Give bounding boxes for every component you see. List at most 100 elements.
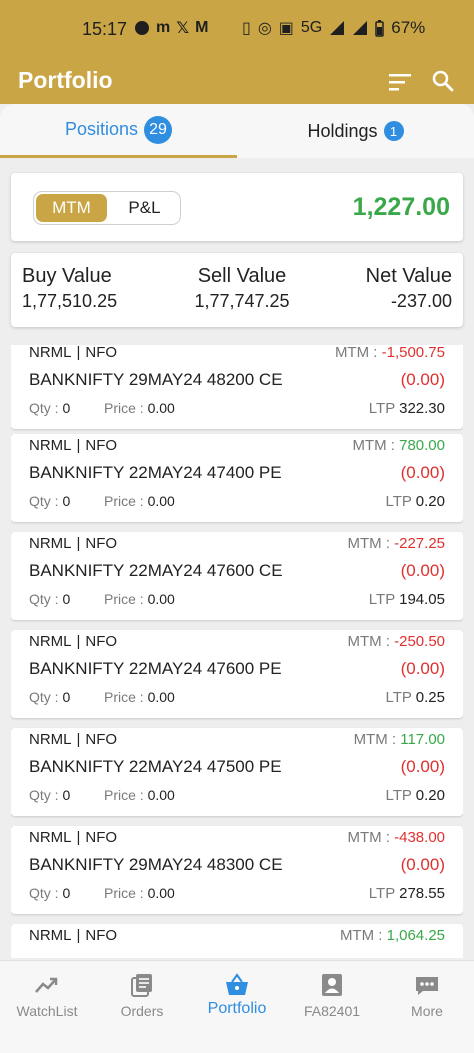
network-type: 5G [300,19,323,36]
sell-value: 1,77,747.25 [194,291,290,311]
gmail-icon: M [195,19,209,36]
position-card[interactable]: NRML | NFO MTM : -250.50 BANKNIFTY 22MAY24… [11,630,463,718]
search-icon[interactable] [431,69,455,93]
position-pnl: (0.00) [400,757,445,776]
nav-watchlist[interactable]: WatchList [0,961,94,1027]
positions-count-badge: 29 [144,115,173,144]
position-pnl: (0.00) [400,659,445,678]
position-price: Price : 0.00 [104,689,175,705]
tab-positions-label: Positions [64,119,139,139]
system-icons: ▯ ◎ ▣ 5G 67% [242,18,425,38]
nav-portfolio-label: Portfolio [207,1000,267,1017]
mtm-toggle-card: MTM P&L 1,227.00 [11,173,463,241]
nav-more[interactable]: More [380,961,474,1027]
position-mtm: MTM : 780.00 [352,437,445,454]
position-ltp: LTP 322.30 [368,400,445,417]
sell-value-label: Sell Value [197,265,287,287]
battery-icon [375,19,384,37]
buy-value: 1,77,510.25 [22,291,118,311]
status-bar: 15:17 m 𝕏 M ▯ ◎ ▣ 5G 67% [0,0,474,60]
tab-bar: Positions 29 Holdings 1 [0,104,474,158]
status-time: 15:17 [82,19,128,39]
trend-chart-icon [35,977,58,993]
app-bar: Portfolio [0,60,474,104]
position-card[interactable]: NRML | NFO MTM : 117.00 BANKNIFTY 22MAY24 … [11,728,463,816]
position-mtm: MTM : -250.50 [347,633,445,650]
position-qty: Qty : 0 [29,493,71,509]
position-ltp: LTP 0.20 [385,493,445,510]
vibrate-icon: ▯ [242,20,251,37]
net-value: -237.00 [390,291,452,311]
holdings-count-badge: 1 [383,121,404,141]
position-pnl: (0.00) [400,370,445,389]
nav-watchlist-label: WatchList [16,1003,78,1019]
mtm-total-value: 1,227.00 [352,193,450,221]
account-icon [322,974,342,996]
m-app-icon: m [156,19,171,36]
signal-2-icon [353,21,368,35]
position-product: NRML | NFO [29,927,118,944]
nav-orders-label: Orders [120,1003,164,1019]
position-pnl: (0.00) [400,463,445,482]
buy-value-section: Buy Value 1,77,510.25 [22,265,117,312]
position-product: NRML | NFO [29,345,118,361]
position-qty: Qty : 0 [29,787,71,803]
gesture-bar [0,1026,474,1053]
position-symbol: BANKNIFTY 22MAY24 47500 PE [29,757,282,776]
position-card[interactable]: NRML | NFO MTM : -1,500.75 BANKNIFTY 29MAY… [11,345,463,429]
position-card[interactable]: NRML | NFO MTM : 1,064.25 [11,924,463,958]
position-product: NRML | NFO [29,633,118,650]
nav-account-label: FA82401 [303,1003,361,1019]
position-pnl: (0.00) [400,561,445,580]
battery-percent: 67% [391,18,426,37]
position-ltp: LTP 194.05 [368,591,445,608]
tab-positions[interactable]: Positions 29 [0,104,237,158]
summary-card: Buy Value 1,77,510.25 Sell Value 1,77,74… [11,253,463,327]
position-product: NRML | NFO [29,437,118,454]
positions-list[interactable]: NRML | NFO MTM : -1,500.75 BANKNIFTY 29MAY… [11,345,463,958]
buy-value-label: Buy Value [22,265,112,287]
position-card[interactable]: NRML | NFO MTM : -438.00 BANKNIFTY 29MAY24… [11,826,463,914]
position-ltp: LTP 278.55 [368,885,445,902]
hotspot-icon: ◎ [257,20,272,37]
mtm-toggle-button[interactable]: MTM [36,194,107,222]
position-symbol: BANKNIFTY 22MAY24 47400 PE [29,463,282,482]
bottom-nav: WatchList Orders Portfolio FA82401 More [0,960,474,1026]
position-card[interactable]: NRML | NFO MTM : -227.25 BANKNIFTY 22MAY24… [11,532,463,620]
dot-notification-icon [135,21,149,35]
position-pnl: (0.00) [400,855,445,874]
more-icon [416,977,438,995]
pnl-toggle-button[interactable]: P&L [109,192,180,224]
position-mtm: MTM : 1,064.25 [339,927,445,944]
position-mtm: MTM : 117.00 [353,731,445,748]
position-mtm: MTM : -1,500.75 [334,345,445,361]
nav-account[interactable]: FA82401 [285,961,379,1027]
position-price: Price : 0.00 [104,787,175,803]
tab-holdings[interactable]: Holdings 1 [237,104,474,158]
position-price: Price : 0.00 [104,400,175,416]
position-mtm: MTM : -227.25 [347,535,445,552]
position-mtm: MTM : -438.00 [347,829,445,846]
position-symbol: BANKNIFTY 29MAY24 48200 CE [29,370,283,389]
position-symbol: BANKNIFTY 22MAY24 47600 PE [29,659,282,678]
position-qty: Qty : 0 [29,400,71,416]
notification-icons: m 𝕏 M [134,18,208,38]
mtm-pnl-toggle: MTM P&L [33,191,181,225]
nav-portfolio[interactable]: Portfolio [190,961,284,1027]
sort-filter-icon[interactable] [389,72,413,92]
x-app-icon: 𝕏 [176,20,190,37]
position-symbol: BANKNIFTY 22MAY24 47600 CE [29,561,283,580]
position-qty: Qty : 0 [29,885,71,901]
position-price: Price : 0.00 [104,493,175,509]
position-ltp: LTP 0.25 [385,689,445,706]
nav-more-label: More [411,1003,443,1019]
position-qty: Qty : 0 [29,689,71,705]
position-symbol: BANKNIFTY 29MAY24 48300 CE [29,855,283,874]
signal-icon [330,21,345,35]
nav-orders[interactable]: Orders [95,961,189,1027]
basket-icon [226,973,248,995]
position-card[interactable]: NRML | NFO MTM : 780.00 BANKNIFTY 22MAY24 … [11,434,463,522]
page-title: Portfolio [18,67,113,93]
position-price: Price : 0.00 [104,885,175,901]
net-value-section: Net Value -237.00 [366,265,452,312]
